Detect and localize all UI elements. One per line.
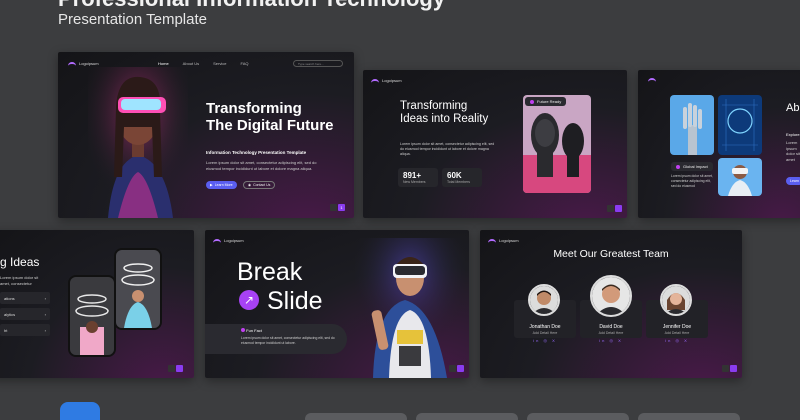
format-tag-2[interactable] [416, 413, 518, 420]
logo: Logoipsum [68, 61, 99, 66]
nav-menu: Home About Us Service FAQ [158, 61, 248, 66]
stat-new-members: 891+ New Members [398, 168, 438, 187]
format-tag-3[interactable] [527, 413, 629, 420]
logo [648, 78, 656, 82]
contact-us-button[interactable]: ◉ Contact Us [243, 181, 276, 189]
logo: Logoipsum [371, 78, 402, 83]
feature-item-1[interactable]: ations › [0, 292, 50, 304]
phone-mockup-right [114, 248, 162, 330]
social-icons[interactable]: in ◎ X [576, 338, 646, 343]
logo-mark-icon [213, 238, 221, 243]
badge-dot-icon [676, 164, 680, 169]
team-title: Meet Our Greatest Team [553, 248, 669, 260]
page-number [615, 205, 622, 212]
stat-total-members: 60K Total Members [442, 168, 482, 187]
page-number [730, 365, 737, 372]
logo-mark-icon [648, 78, 656, 82]
format-tag-4[interactable] [638, 413, 740, 420]
format-tag-1[interactable] [305, 413, 407, 420]
slide-about[interactable]: Global Impact Lorem ipsum dolor sit amet… [638, 70, 800, 218]
ideas-body: Lorem ipsum dolor sit amet, consectetur … [400, 142, 495, 157]
nav-item-faq[interactable]: FAQ [240, 61, 248, 66]
hero-subheading: Information Technology Presentation Temp… [206, 150, 307, 155]
about-subheading: Explore [786, 132, 800, 137]
hero-body: Lorem ipsum dolor sit amet, consectetur … [206, 160, 317, 171]
fun-fact-title: Fun Fact [241, 328, 262, 334]
logo: Logoipsum [213, 238, 244, 243]
logo: Logoipsum [488, 238, 519, 243]
phone-icon: ◉ [248, 183, 252, 187]
search-input[interactable]: Type search here... [293, 60, 343, 67]
vr-man-image [718, 158, 762, 196]
page-number [457, 365, 464, 372]
break-heading-l1: Break [237, 258, 303, 286]
member-name: Jennifer Doe [662, 324, 692, 330]
prev-page-button[interactable] [330, 204, 337, 211]
robot-heads-image [523, 95, 591, 193]
nav-item-service[interactable]: Service [213, 61, 226, 66]
future-ready-badge: Future Ready [525, 97, 567, 106]
social-icons[interactable]: in ◎ X [642, 338, 712, 343]
social-icons[interactable]: in ◎ X [510, 338, 580, 343]
slide-break[interactable]: Logoipsum Break ↗ Slide Fun Fact Lorem i… [205, 230, 469, 378]
phones-body: Lorem ipsum dolor sit amet, consectetur [0, 275, 39, 286]
member-name: David Doe [599, 324, 623, 330]
hero-heading: Transforming The Digital Future [206, 100, 334, 135]
prev-page-button[interactable] [168, 365, 175, 372]
avatar [590, 275, 632, 317]
member-role: Add Detail Here [532, 331, 558, 335]
learn-more-button[interactable]: ▶ Learn More [206, 181, 237, 189]
vr-boy-image [355, 238, 465, 378]
feature-item-2[interactable]: alytics › [0, 308, 50, 320]
about-heading: Ab [786, 102, 800, 114]
member-role: Add Detail Here [598, 331, 624, 335]
page-number [176, 365, 183, 372]
about-body: Lorem ipsum dolor sit amet, consectetur … [671, 174, 713, 188]
page-number: 1 [338, 204, 345, 211]
prev-page-button[interactable] [607, 205, 614, 212]
ai-face-image [718, 95, 762, 155]
global-impact-badge: Global Impact [671, 162, 713, 171]
hero-vr-woman-image [88, 67, 188, 218]
ideas-heading: Transforming Ideas into Reality [400, 100, 489, 126]
nav-item-home[interactable]: Home [158, 61, 169, 66]
arrow-up-right-icon: ↗ [239, 290, 259, 310]
fun-fact-dot-icon [241, 328, 245, 332]
member-name: Jonathan Doe [529, 324, 561, 330]
logo-mark-icon [68, 61, 76, 66]
phones-heading: g Ideas [0, 255, 40, 269]
slide-ideas[interactable]: Logoipsum Transforming Ideas into Realit… [363, 70, 627, 218]
chevron-right-icon: › [44, 311, 46, 317]
avatar [660, 284, 692, 316]
prev-page-button[interactable] [722, 365, 729, 372]
slide-team[interactable]: Logoipsum Meet Our Greatest Team Jonatha… [480, 230, 742, 378]
fun-fact-body: Lorem ipsum dolor sit amet, consectetur … [241, 336, 335, 345]
feature-item-3[interactable]: ht › [0, 324, 50, 336]
play-icon: ▶ [210, 183, 213, 187]
chevron-right-icon: › [44, 327, 46, 333]
prev-page-button[interactable] [449, 365, 456, 372]
logo-mark-icon [488, 238, 496, 243]
break-heading-l2: Slide [267, 287, 323, 315]
slide-hero[interactable]: Logoipsum Home About Us Service FAQ Type… [58, 52, 354, 218]
phone-mockup-left [68, 275, 116, 357]
learn-button[interactable]: Learn [786, 177, 800, 185]
presentation-app-icon[interactable] [60, 402, 100, 420]
slide-ideas-phones[interactable]: g Ideas Lorem ipsum dolor sit amet, cons… [0, 230, 194, 378]
avatar [528, 284, 560, 316]
member-role: Add Detail Here [664, 331, 690, 335]
logo-mark-icon [371, 78, 379, 83]
badge-dot-icon [530, 99, 534, 104]
about-text: Lorem ipsum dolor sit amet [786, 140, 800, 162]
page-subtitle: Presentation Template [58, 11, 207, 28]
nav-item-about[interactable]: About Us [183, 61, 199, 66]
robot-hand-image [670, 95, 714, 155]
chevron-right-icon: › [44, 295, 46, 301]
